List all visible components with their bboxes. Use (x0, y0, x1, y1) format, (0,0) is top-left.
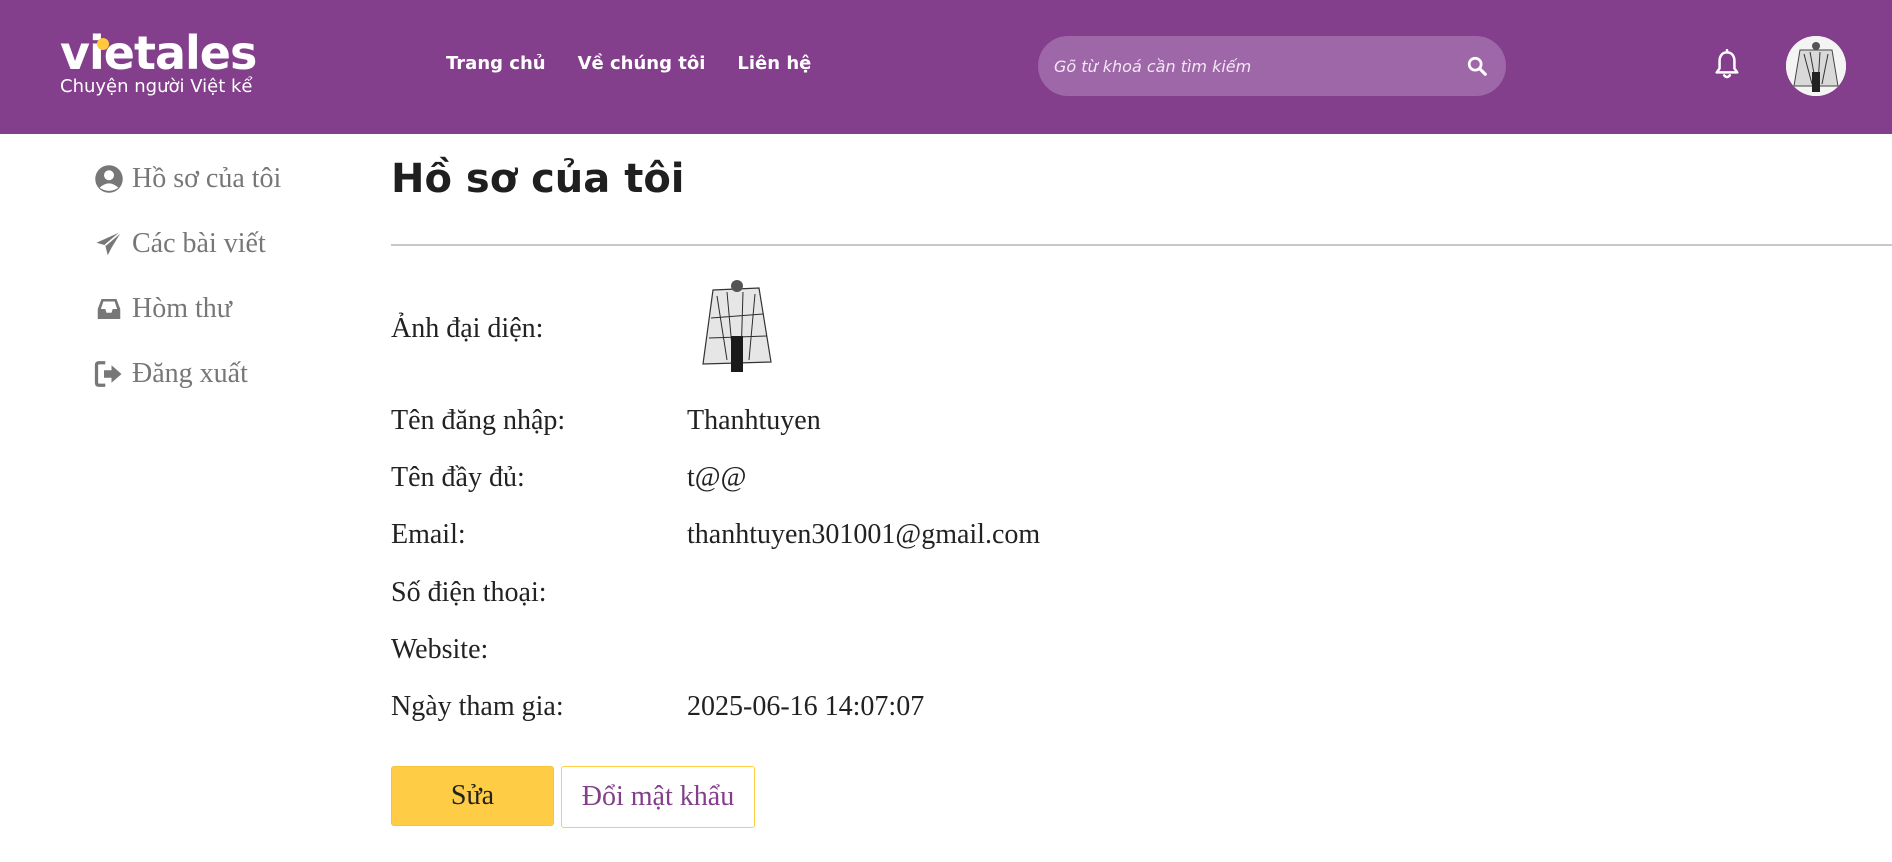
search-bar (1038, 36, 1506, 96)
sidebar-item-posts[interactable]: Các bài viết (94, 227, 281, 261)
sidebar-item-label: Hòm thư (132, 293, 232, 324)
sidebar-item-label: Đăng xuất (132, 358, 248, 389)
username-value: Thanhtuyen (687, 405, 821, 436)
nav-contact[interactable]: Liên hệ (737, 53, 811, 74)
sign-out-icon (94, 361, 122, 387)
phone-label: Số điện thoại: (391, 577, 547, 608)
user-circle-icon (95, 165, 123, 193)
avatar[interactable] (1786, 36, 1846, 96)
avatar-label: Ảnh đại diện: (391, 313, 544, 344)
nav-home[interactable]: Trang chủ (446, 53, 546, 74)
search-icon[interactable] (1466, 55, 1488, 77)
sidebar-item-label: Các bài viết (132, 228, 266, 259)
inbox-icon (97, 299, 121, 319)
profile-sidebar: Hồ sơ của tôi Các bài viết Hòm thư Đăng … (94, 162, 281, 422)
fullname-value: t@@ (687, 462, 747, 493)
sidebar-item-inbox[interactable]: Hòm thư (94, 292, 281, 326)
divider (391, 244, 1892, 246)
sidebar-item-logout[interactable]: Đăng xuất (94, 357, 281, 391)
joined-value: 2025-06-16 14:07:07 (687, 691, 925, 722)
paper-plane-icon (96, 230, 123, 256)
search-input[interactable] (1052, 55, 1466, 77)
page-title: Hồ sơ của tôi (391, 156, 685, 202)
logo-dot (97, 38, 109, 50)
profile-avatar-image (697, 278, 777, 372)
nav-about[interactable]: Về chúng tôi (578, 53, 706, 74)
logo[interactable]: vietales Chuyện người Việt kể (60, 26, 257, 98)
top-navbar: vietales Chuyện người Việt kể Trang chủ … (0, 0, 1892, 134)
email-value: thanhtuyen301001@gmail.com (687, 519, 1041, 550)
sidebar-item-label: Hồ sơ của tôi (132, 163, 282, 194)
bell-icon[interactable] (1712, 48, 1742, 82)
fullname-label: Tên đầy đủ: (391, 462, 525, 493)
main-nav: Trang chủ Về chúng tôi Liên hệ (446, 53, 811, 74)
change-password-button[interactable]: Đổi mật khẩu (561, 766, 755, 828)
profile-panel: Hồ sơ của tôi Ảnh đại diện: Tên đăng nhậ… (391, 150, 1892, 828)
logo-text: vietales (60, 26, 257, 80)
website-label: Website: (391, 634, 489, 665)
joined-label: Ngày tham gia: (391, 691, 564, 722)
sidebar-item-my-profile[interactable]: Hồ sơ của tôi (94, 162, 281, 196)
username-label: Tên đăng nhập: (391, 405, 566, 436)
edit-button[interactable]: Sửa (391, 766, 554, 826)
email-label: Email: (391, 519, 466, 550)
